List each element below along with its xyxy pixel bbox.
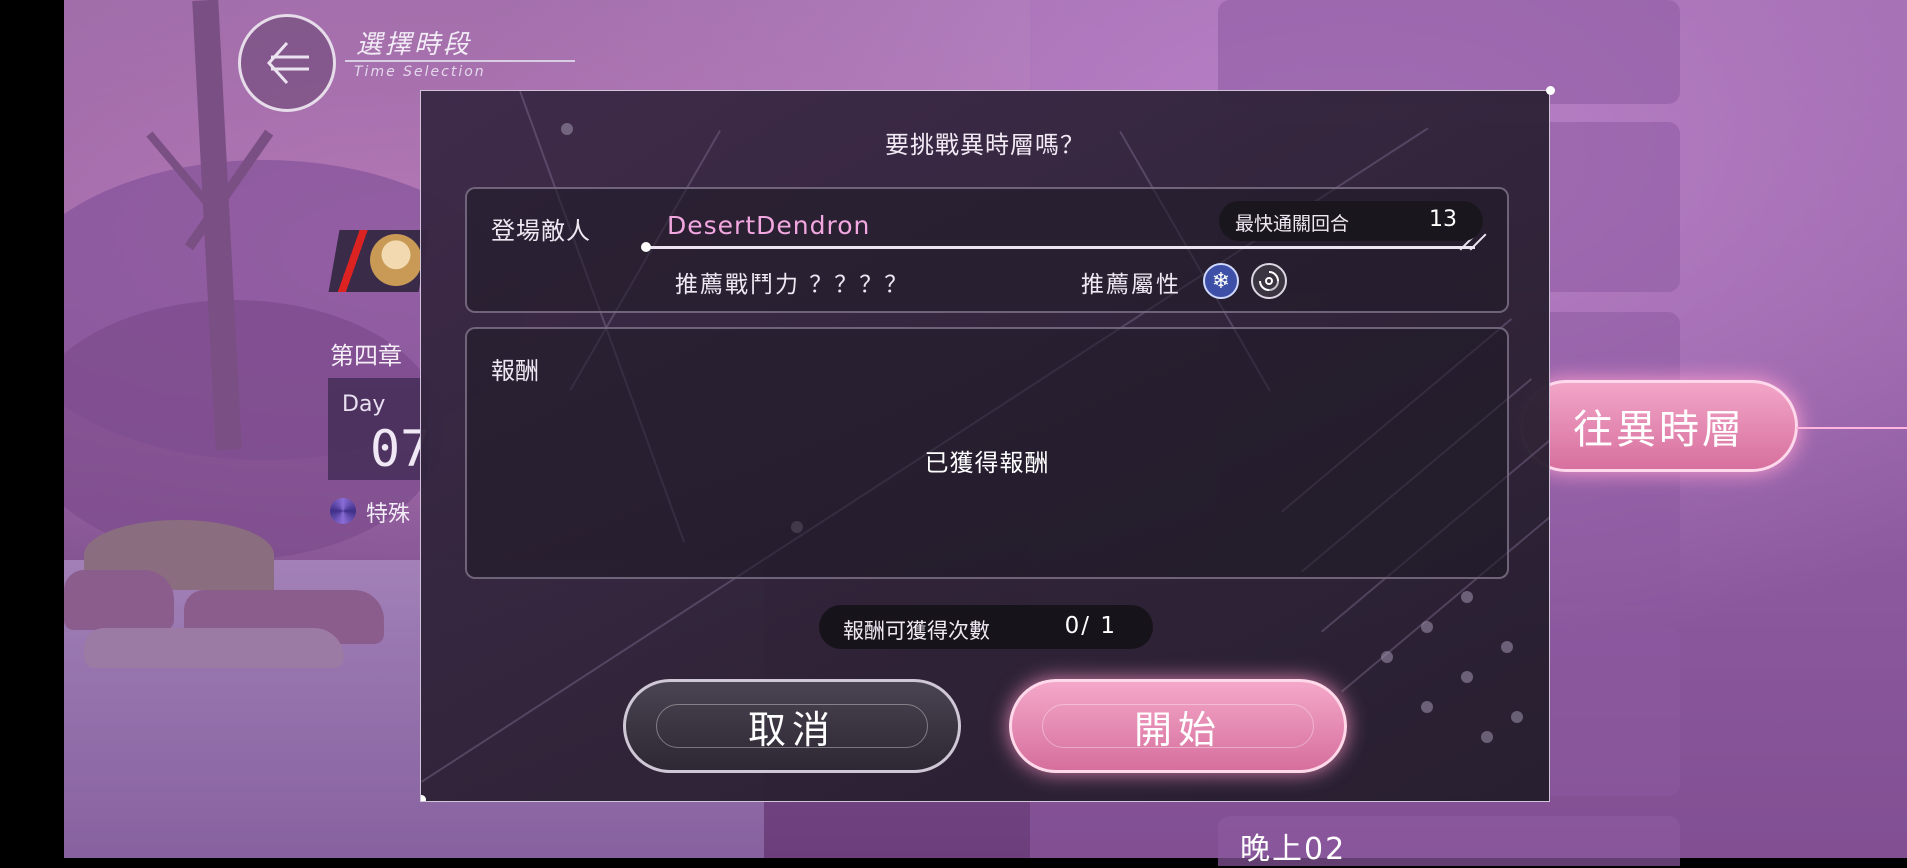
- avatar: [370, 234, 422, 286]
- chapter-label: 第四章: [330, 342, 402, 370]
- decor-dot: [1481, 731, 1493, 743]
- enemy-name: DesertDendron: [667, 211, 871, 240]
- time-slot-evening-label: 晚上02: [1240, 832, 1347, 867]
- recommended-power: 推薦戰鬥力 ？？？？: [675, 272, 910, 298]
- reward-panel: 報酬 已獲得報酬: [465, 327, 1509, 579]
- dialog-question: 要挑戰異時層嗎？: [885, 131, 1085, 159]
- challenge-dialog: 要挑戰異時層嗎？ 登場敵人 DesertDendron 最快通關回合 13 推薦…: [420, 90, 1550, 802]
- reward-count-badge: 報酬可獲得次數 0/ 1: [819, 605, 1153, 649]
- go-to-time-layer-label: 往異時層: [1573, 407, 1745, 453]
- back-arrow-icon: [266, 41, 309, 85]
- ice-attribute-icon: ❄: [1203, 263, 1239, 299]
- fastest-clear-value: 13: [1429, 207, 1457, 232]
- decor-dot: [1421, 621, 1433, 633]
- special-label: 特殊: [366, 502, 411, 527]
- recommended-attribute-label: 推薦屬性: [1081, 272, 1181, 298]
- reward-count-value: 0/ 1: [1064, 613, 1117, 639]
- background-rock: [84, 628, 344, 668]
- time-slot-card[interactable]: [1218, 0, 1680, 104]
- decor-dot: [1461, 591, 1473, 603]
- day-label: Day: [342, 392, 386, 417]
- start-button[interactable]: 開始: [1009, 679, 1347, 773]
- reward-status: 已獲得報酬: [924, 449, 1050, 477]
- fastest-clear-label: 最快通關回合: [1235, 213, 1350, 235]
- enemy-label: 登場敵人: [491, 217, 591, 245]
- enemy-underline: [645, 246, 1475, 249]
- fastest-clear-badge: 最快通關回合 13: [1219, 201, 1483, 241]
- decor-dot: [1421, 701, 1433, 713]
- special-icon: [330, 498, 356, 524]
- wind-attribute-icon: [1251, 263, 1287, 299]
- cancel-button[interactable]: 取消: [623, 679, 961, 773]
- page-subtitle: Time Selection: [354, 64, 486, 80]
- decor-dot: [1501, 641, 1513, 653]
- title-underline: [345, 60, 575, 62]
- page-title: 選擇時段: [356, 30, 473, 60]
- reward-count-label: 報酬可獲得次數: [843, 619, 990, 643]
- swirl-icon: [1259, 271, 1279, 291]
- decor-dot: [1461, 671, 1473, 683]
- go-button-connector-line: [1796, 427, 1907, 429]
- time-slot-evening[interactable]: 晚上02: [1218, 816, 1680, 867]
- corner-dot: [421, 795, 426, 801]
- decor-dot: [1511, 711, 1523, 723]
- back-button[interactable]: [238, 14, 336, 112]
- reward-label: 報酬: [491, 357, 539, 385]
- cancel-button-label: 取消: [747, 707, 836, 752]
- corner-dot: [1546, 86, 1555, 95]
- enemy-underline-dot: [641, 242, 651, 252]
- start-button-label: 開始: [1133, 707, 1222, 752]
- decor-dot: [1381, 651, 1393, 663]
- go-to-time-layer-button[interactable]: 往異時層: [1520, 380, 1798, 472]
- background-rock: [64, 570, 174, 630]
- enemy-info-panel: 登場敵人 DesertDendron 最快通關回合 13 推薦戰鬥力 ？？？？ …: [465, 187, 1509, 313]
